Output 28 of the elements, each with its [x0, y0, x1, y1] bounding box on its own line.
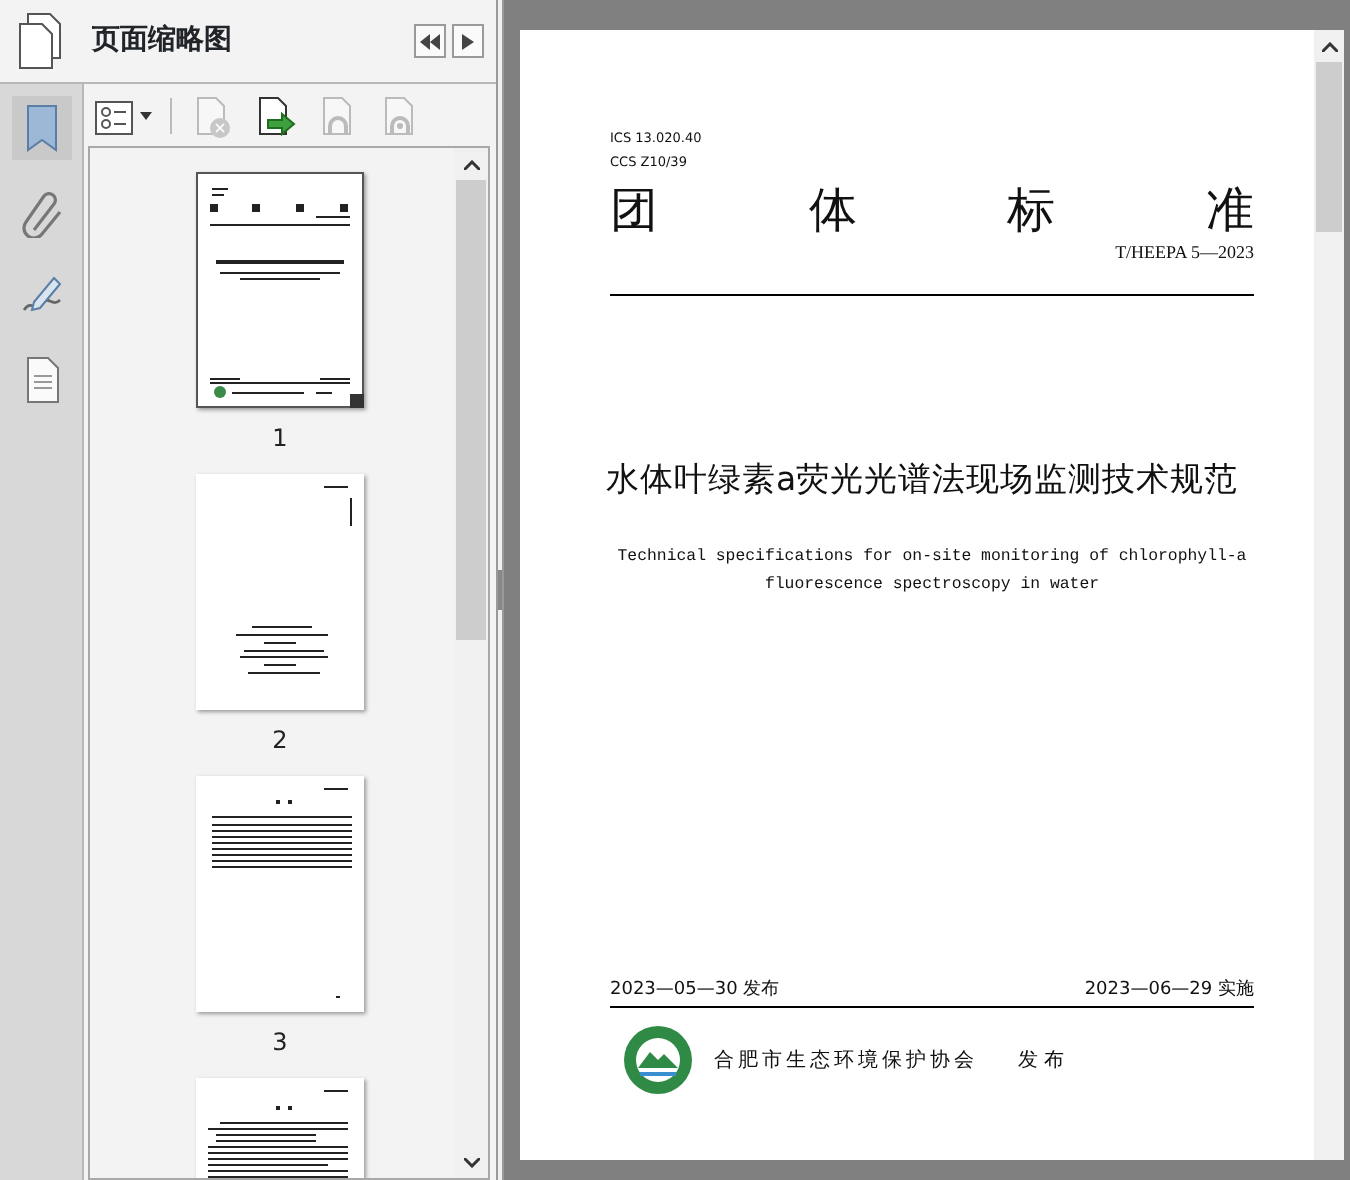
page-thumbnail[interactable] [196, 776, 364, 1012]
page-number: 2 [272, 724, 288, 758]
logo-icon [622, 1024, 694, 1096]
publish-label: 发 布 [1018, 1047, 1065, 1075]
double-left-arrow-icon [420, 33, 440, 49]
scroll-thumb[interactable] [456, 180, 486, 640]
page-thumbnail[interactable] [196, 172, 364, 408]
bookmark-icon[interactable] [11, 96, 71, 160]
standard-number: T/HEEPA 5—2023 [1113, 240, 1254, 266]
scroll-up-icon[interactable] [1321, 41, 1337, 51]
right-arrow-icon [462, 33, 474, 49]
page-number: 1 [272, 422, 288, 456]
page-thumbnail[interactable] [196, 474, 364, 710]
page-number: 3 [272, 1026, 288, 1060]
scroll-down-icon[interactable] [463, 1157, 479, 1167]
document-title: 水体叶绿素a荧光光谱法现场监测技术规范 [603, 457, 1241, 501]
issue-date: 2023—05—30 发布 [610, 977, 780, 1003]
standard-heading: 团 体 标 准 [610, 182, 1254, 238]
scrollbar[interactable] [1314, 30, 1344, 1160]
english-title: Technical specifications for on-site monitoring of chlorophyll-a fluorescence spectroscopy in water [615, 546, 1249, 599]
collapse-button[interactable] [414, 24, 446, 58]
publisher-name: 合肥市生态环境保护协会 [714, 1047, 978, 1075]
expand-button[interactable] [452, 24, 484, 58]
scroll-thumb[interactable] [1316, 62, 1342, 232]
effective-date: 2023—06—29 实施 [1084, 977, 1254, 1003]
scroll-up-icon[interactable] [463, 159, 479, 169]
panel-title: 页面缩略图 [92, 22, 234, 60]
caret-icon [140, 111, 152, 119]
